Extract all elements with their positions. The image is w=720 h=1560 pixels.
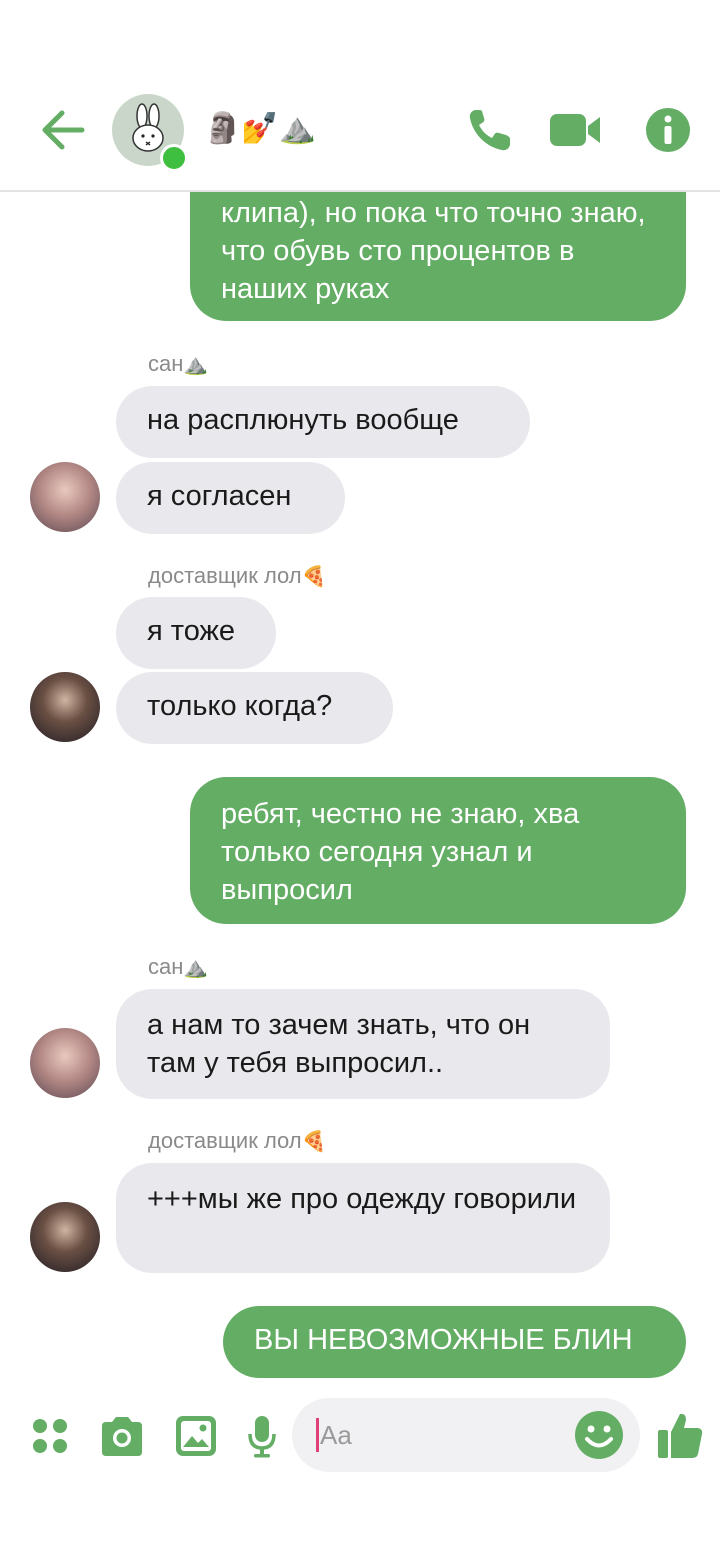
sender-name: доставщик лол🍕	[148, 1128, 327, 1153]
sender-emoji: 🍕	[301, 1129, 327, 1153]
sender-emoji: 🍕	[301, 564, 327, 588]
message-composer: Aa	[0, 1398, 720, 1478]
outgoing-message-bubble[interactable]: ребят, честно не знаю, хва только сегодн…	[190, 777, 686, 924]
thumbs-up-icon[interactable]	[656, 1410, 704, 1460]
incoming-message-bubble[interactable]: на расплюнуть вообще	[116, 386, 530, 458]
sender-name: доставщик лол🍕	[148, 563, 327, 588]
incoming-message-bubble[interactable]: я согласен	[116, 462, 345, 534]
sender-emoji: ⛰️	[183, 352, 209, 376]
chat-title[interactable]: 🗿💅⛰️	[204, 106, 316, 152]
smiley-icon[interactable]	[574, 1410, 624, 1460]
text-caret	[316, 1418, 319, 1452]
outgoing-message-bubble[interactable]: ВЫ НЕВОЗМОЖНЫЕ БЛИН	[223, 1306, 686, 1378]
sender-name: сан⛰️	[148, 351, 209, 376]
video-camera-icon[interactable]	[548, 106, 602, 154]
camera-icon[interactable]	[98, 1414, 146, 1458]
sender-name: сан⛰️	[148, 954, 209, 979]
incoming-message-bubble[interactable]: а нам то зачем знать, что он там у тебя …	[116, 989, 610, 1099]
participant-avatar[interactable]	[30, 1202, 100, 1272]
incoming-message-bubble[interactable]: только когда?	[116, 672, 393, 744]
incoming-message-bubble[interactable]: +++мы же про одежду говорили	[116, 1163, 610, 1273]
input-placeholder: Aa	[320, 1420, 352, 1450]
chat-header: 🗿💅⛰️	[0, 0, 720, 192]
four-dots-icon[interactable]	[30, 1414, 70, 1458]
participant-avatar[interactable]	[30, 462, 100, 532]
sender-emoji: ⛰️	[183, 955, 209, 979]
microphone-icon[interactable]	[246, 1414, 278, 1458]
image-icon[interactable]	[174, 1414, 218, 1458]
participant-avatar[interactable]	[30, 672, 100, 742]
online-status-dot	[160, 144, 188, 172]
participant-avatar[interactable]	[30, 1028, 100, 1098]
incoming-message-bubble[interactable]: я тоже	[116, 597, 276, 669]
phone-icon[interactable]	[466, 106, 514, 154]
arrow-left-icon[interactable]	[38, 108, 86, 152]
info-icon[interactable]	[644, 106, 692, 154]
message-input[interactable]: Aa	[292, 1398, 640, 1472]
